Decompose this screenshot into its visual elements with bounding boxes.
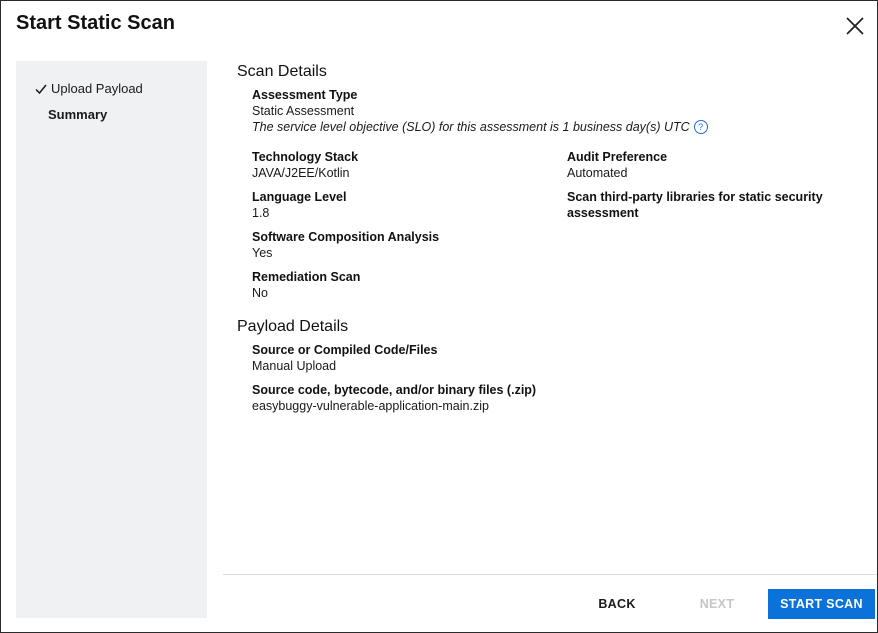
source-label: Source or Compiled Code/Files <box>252 343 438 357</box>
files-value: easybuggy-vulnerable-application-main.zi… <box>252 399 489 413</box>
audit-preference-label: Audit Preference <box>567 150 668 164</box>
close-icon[interactable] <box>843 14 867 38</box>
wizard-steps-sidebar: Upload Payload Summary <box>16 61 207 618</box>
footer-divider <box>223 574 877 575</box>
sca-label: Software Composition Analysis <box>252 230 440 244</box>
audit-preference-field: Audit Preference Automated <box>567 149 667 181</box>
next-button[interactable]: NEXT <box>691 589 743 619</box>
files-field: Source code, bytecode, and/or binary fil… <box>252 382 536 414</box>
checkmark-icon <box>35 84 47 94</box>
slo-note: The service level objective (SLO) for th… <box>252 119 852 135</box>
assessment-type-field: Assessment Type Static Assessment The se… <box>252 87 852 135</box>
assessment-type-value: Static Assessment <box>252 104 355 118</box>
technology-stack-field: Technology Stack JAVA/J2EE/Kotlin <box>252 149 358 181</box>
step-summary[interactable]: Summary <box>48 107 107 122</box>
remediation-scan-value: No <box>252 286 268 300</box>
remediation-scan-field: Remediation Scan No <box>252 269 360 301</box>
slo-text: The service level objective (SLO) for th… <box>252 120 690 134</box>
audit-preference-value: Automated <box>567 166 628 180</box>
third-party-libraries-field: Scan third-party libraries for static se… <box>567 189 827 221</box>
step-label: Upload Payload <box>51 81 143 96</box>
start-scan-button[interactable]: START SCAN <box>768 589 875 619</box>
files-label: Source code, bytecode, and/or binary fil… <box>252 383 537 397</box>
back-button[interactable]: BACK <box>591 589 643 619</box>
help-icon[interactable]: ? <box>693 120 708 134</box>
language-level-value: 1.8 <box>252 206 270 220</box>
source-field: Source or Compiled Code/Files Manual Upl… <box>252 342 437 374</box>
sca-value: Yes <box>252 246 273 260</box>
scan-details-heading: Scan Details <box>237 63 327 80</box>
dialog-title: Start Static Scan <box>16 12 175 34</box>
step-label: Summary <box>48 107 108 122</box>
third-party-libraries-label: Scan third-party libraries for static se… <box>567 190 823 220</box>
source-value: Manual Upload <box>252 359 337 373</box>
step-upload-payload[interactable]: Upload Payload <box>34 81 143 96</box>
language-level-field: Language Level 1.8 <box>252 189 346 221</box>
start-static-scan-dialog: Start Static Scan Upload Payload Summary… <box>0 0 878 633</box>
technology-stack-label: Technology Stack <box>252 150 359 164</box>
remediation-scan-label: Remediation Scan <box>252 270 361 284</box>
payload-details-heading: Payload Details <box>237 318 349 335</box>
assessment-type-label: Assessment Type <box>252 88 358 102</box>
sca-field: Software Composition Analysis Yes <box>252 229 439 261</box>
language-level-label: Language Level <box>252 190 347 204</box>
technology-stack-value: JAVA/J2EE/Kotlin <box>252 166 350 180</box>
